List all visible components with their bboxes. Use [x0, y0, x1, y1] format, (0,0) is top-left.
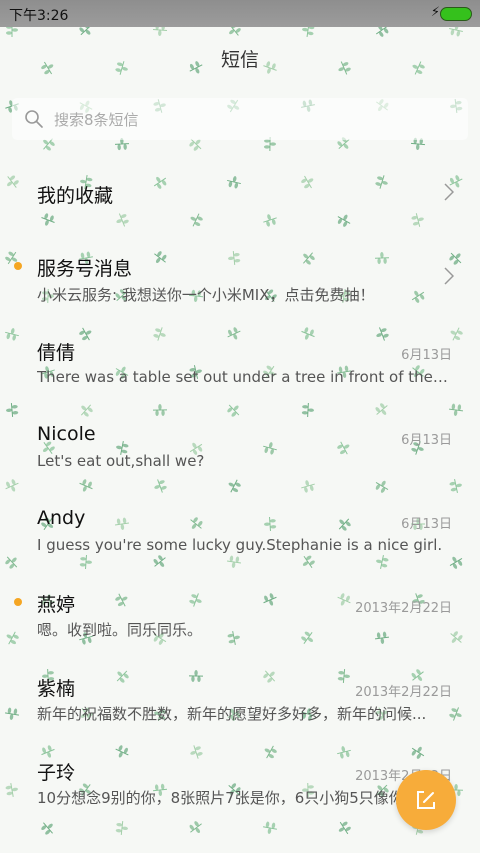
conversation-date: 2013年2月22日 — [355, 601, 452, 616]
unread-dot — [14, 598, 22, 606]
chevron-right-icon — [444, 183, 455, 205]
conversation-preview: 嗯。收到啦。同乐同乐。 — [37, 621, 203, 639]
conversation-name: Andy — [37, 507, 86, 529]
list-item[interactable]: Nicole 6月13日 Let's eat out,shall we? — [0, 403, 480, 487]
conversation-preview: Let's eat out,shall we? — [37, 452, 205, 470]
status-time: 下午3:26 — [9, 8, 69, 24]
conversation-name: 子玲 — [37, 762, 76, 784]
list-item[interactable]: 燕婷 2013年2月22日 嗯。收到啦。同乐同乐。 — [0, 571, 480, 655]
list-item-service-messages[interactable]: 服务号消息 小米云服务: 我想送你一个小米MIX，点击免费抽！ — [0, 235, 480, 319]
search-icon — [24, 109, 44, 133]
conversation-preview: 小米云服务: 我想送你一个小米MIX，点击免费抽！ — [37, 286, 375, 304]
leaf-sprig — [263, 821, 277, 834]
lightning-icon: ⚡ — [430, 5, 440, 20]
conversation-name: Nicole — [37, 423, 96, 445]
conversation-name: 服务号消息 — [37, 258, 133, 280]
conversation-name: 紫楠 — [37, 678, 76, 700]
conversation-preview: There was a table set out under a tree i… — [37, 368, 452, 386]
search-placeholder[interactable]: 搜索8条短信 — [54, 109, 139, 130]
page-title: 短信 — [220, 49, 259, 71]
unread-dot — [14, 262, 22, 270]
search-bar[interactable]: 搜索8条短信 — [12, 98, 468, 140]
compose-button[interactable] — [396, 770, 456, 830]
conversation-preview: 新年的祝福数不胜数，新年的愿望好多好多，新年的问候... — [37, 705, 427, 723]
list-item[interactable]: 紫楠 2013年2月22日 新年的祝福数不胜数，新年的愿望好多好多，新年的问候.… — [0, 655, 480, 739]
conversation-preview: I guess you're some lucky guy.Stephanie … — [37, 536, 443, 554]
status-bar: 下午3:26 ⚡ — [0, 0, 480, 27]
compose-icon — [417, 791, 435, 809]
list-item[interactable]: 倩倩 6月13日 There was a table set out under… — [0, 319, 480, 403]
conversation-name: 燕婷 — [37, 594, 76, 616]
battery-icon — [440, 7, 472, 21]
app-header: 短信 — [0, 27, 480, 89]
conversation-name: 我的收藏 — [37, 185, 114, 207]
chevron-right-icon — [444, 267, 455, 289]
conversation-name: 倩倩 — [37, 342, 76, 364]
conversation-preview: 10分想念9别的你，8张照片7张是你，6只小狗5只像你... — [37, 789, 419, 807]
conversation-date: 6月13日 — [401, 433, 452, 448]
list-item[interactable]: Andy 6月13日 I guess you're some lucky guy… — [0, 487, 480, 571]
conversation-date: 2013年2月22日 — [355, 685, 452, 700]
list-item-favorites[interactable]: 我的收藏 — [0, 150, 480, 235]
conversation-date: 6月13日 — [401, 348, 452, 363]
conversation-date: 6月13日 — [401, 517, 452, 532]
